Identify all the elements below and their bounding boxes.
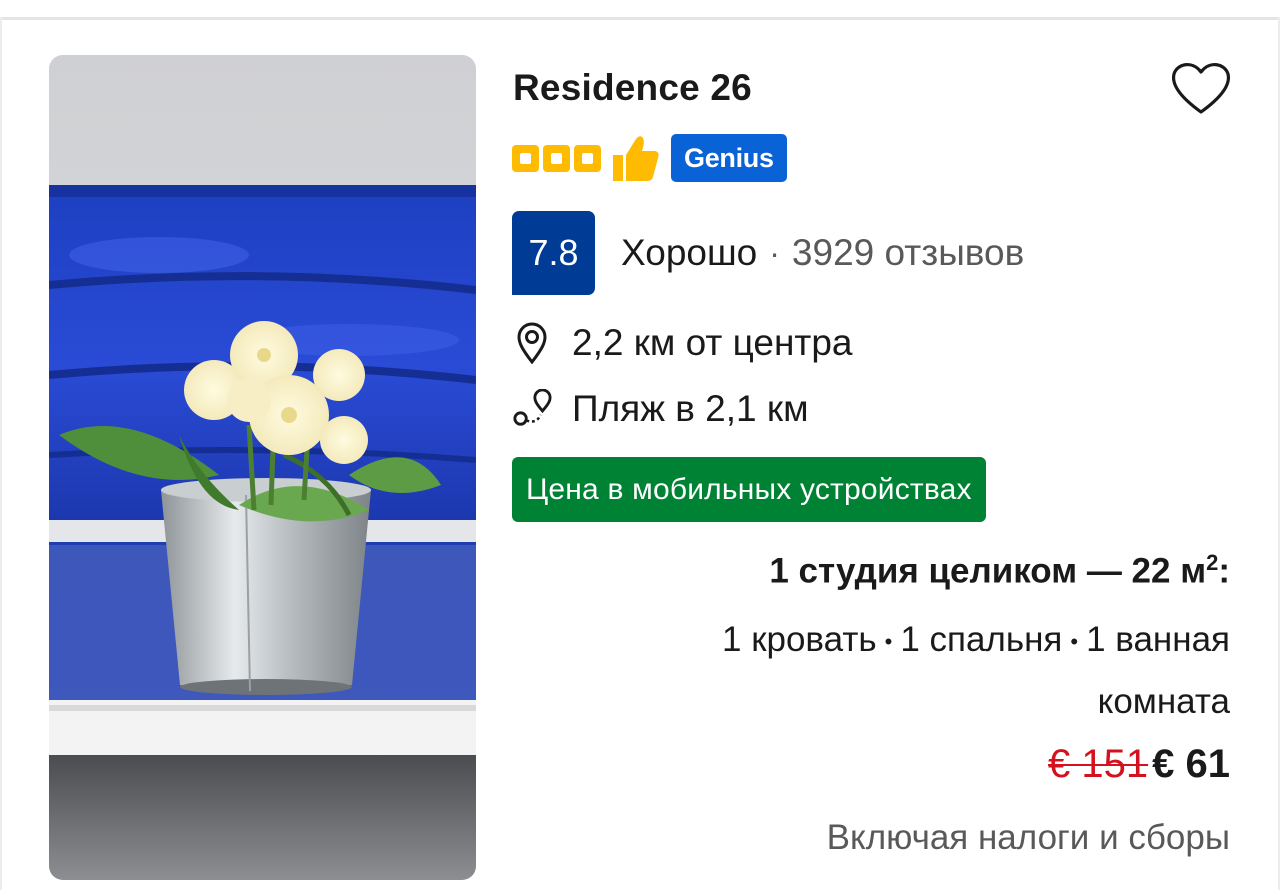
star-rating-icon [574, 144, 601, 172]
separator-dot: · [769, 234, 780, 271]
bullet-separator: • [1070, 628, 1079, 654]
unit-title-text: 1 студия целиком — 22 м [769, 551, 1207, 591]
review-summary[interactable]: 7.8 Хорошо · 3929 отзывов [512, 211, 1024, 295]
review-score-word: Хорошо [621, 232, 758, 273]
thumbs-up-icon [613, 136, 659, 181]
original-price: € 151 [1048, 742, 1149, 786]
genius-badge: Genius [671, 134, 787, 182]
review-score-badge: 7.8 [512, 211, 595, 295]
bullet-separator: • [884, 628, 893, 654]
distance-from-center: 2,2 км от центра [512, 318, 853, 368]
beach-distance: Пляж в 2,1 км [512, 384, 809, 434]
beach-text: Пляж в 2,1 км [572, 388, 809, 429]
heart-outline-icon [1171, 63, 1231, 114]
bedrooms-count: 1 спальня [900, 620, 1063, 659]
property-photo[interactable] [49, 55, 476, 880]
review-count: 3929 отзывов [791, 232, 1025, 273]
unit-title-superscript: 2 [1206, 550, 1219, 575]
discounted-price: € 61 [1152, 742, 1230, 786]
taxes-note: Включая налоги и сборы [826, 818, 1230, 857]
hotel-name[interactable]: Residence 26 [513, 67, 752, 109]
route-pin-icon [512, 387, 552, 431]
bathroom-count: 1 ванная [1086, 620, 1230, 659]
property-card[interactable]: Residence 26 Genius 7.8 Хорошо · 3929 от… [0, 20, 1280, 890]
distance-text: 2,2 км от центра [572, 322, 853, 363]
star-rating-icon [512, 144, 539, 172]
unit-title-colon: : [1218, 551, 1230, 591]
star-rating-icon [543, 144, 570, 172]
beds-count: 1 кровать [722, 620, 877, 659]
bathroom-count-continued: комната [1097, 681, 1230, 721]
mobile-price-badge: Цена в мобильных устройствах [512, 457, 986, 522]
unit-title: 1 студия целиком — 22 м2: [530, 550, 1230, 592]
map-pin-icon [512, 321, 552, 365]
unit-details: 1 кровать • 1 спальня • 1 ванная комната [530, 610, 1230, 732]
favorite-button[interactable] [1168, 58, 1234, 118]
price-row: € 151 € 61 [530, 742, 1230, 787]
badges-row: Genius [512, 133, 787, 183]
